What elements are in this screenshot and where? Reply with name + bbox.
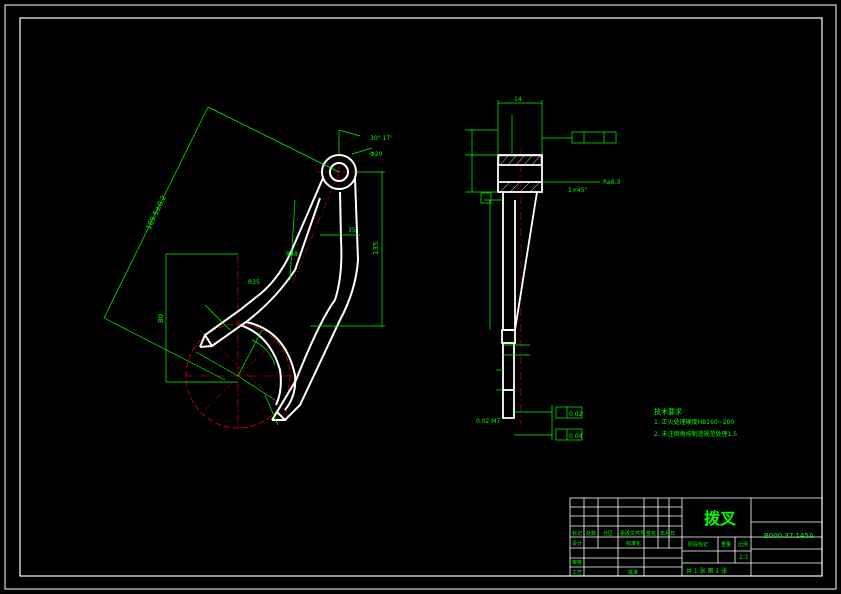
part-outline	[199, 154, 360, 422]
label-ratio: 比例	[738, 541, 748, 548]
side-dim-lines	[465, 100, 600, 440]
side-view: 14 1×45° Ra6.3 0.02 0.04 0.02 M7	[465, 96, 620, 441]
part-name: 拨叉	[704, 509, 737, 528]
dim-side-w: 14	[514, 96, 522, 103]
dim-tol-1: 0.02	[569, 411, 583, 418]
tolerance-frames	[480, 131, 617, 441]
notes-line-2: 2. 未注倒角按制造规范处理1.5	[654, 430, 737, 438]
dim-tol-2: 0.04	[569, 433, 583, 440]
sheet-info: 共 1 张 第 1 张	[686, 567, 727, 575]
label-review: 审核	[572, 559, 582, 566]
label-count: 处数	[586, 530, 596, 537]
dim-dia-top: Φ20	[370, 151, 383, 158]
centerline-arm	[291, 171, 340, 286]
dim-r-arc: R48	[286, 251, 298, 258]
scale-value: 1:1	[739, 554, 749, 561]
dim-height-r: 135	[372, 242, 380, 255]
technical-notes: 技术要求 1. 正火处理硬度HB160~200 2. 未注倒角按制造规范处理1.…	[654, 407, 737, 438]
inner-border	[19, 17, 823, 577]
hatch-lines	[499, 155, 541, 193]
dim-width-top: 35	[348, 227, 356, 234]
dim-angle-top: 30° 17'	[370, 135, 392, 142]
drawing-number: B000.37.145A	[764, 532, 814, 540]
label-stage: 阶段标记	[688, 541, 708, 548]
dim-r-arc2: R35	[248, 279, 260, 286]
label-mark: 标记	[572, 530, 582, 537]
label-change: 更改文件号	[620, 530, 645, 537]
main-view: 189.5±0.2 135 80 30° 17' Φ20 R48 R35 35	[103, 106, 392, 430]
label-process: 工艺	[572, 570, 582, 576]
outer-border	[4, 4, 837, 590]
label-weight: 重量	[721, 541, 731, 548]
label-standard: 标准化	[626, 540, 641, 547]
dim-thread: 0.02 M7	[476, 418, 500, 425]
dim-rough: Ra6.3	[603, 179, 620, 186]
notes-line-1: 1. 正火处理硬度HB160~200	[654, 418, 734, 426]
label-design: 设计	[572, 540, 582, 547]
label-date: 年月日	[660, 530, 675, 537]
notes-heading: 技术要求	[654, 407, 682, 416]
dim-long-len: 189.5±0.2	[145, 194, 168, 231]
dim-chamfer: 1×45°	[568, 187, 587, 194]
side-outline	[497, 154, 543, 419]
label-sign: 签名	[646, 530, 656, 537]
dim-height-l: 80	[157, 314, 165, 323]
label-zone: 分区	[603, 530, 613, 537]
label-approve: 批准	[628, 569, 638, 576]
drawing-canvas: 189.5±0.2 135 80 30° 17' Φ20 R48 R35 35	[4, 4, 837, 590]
